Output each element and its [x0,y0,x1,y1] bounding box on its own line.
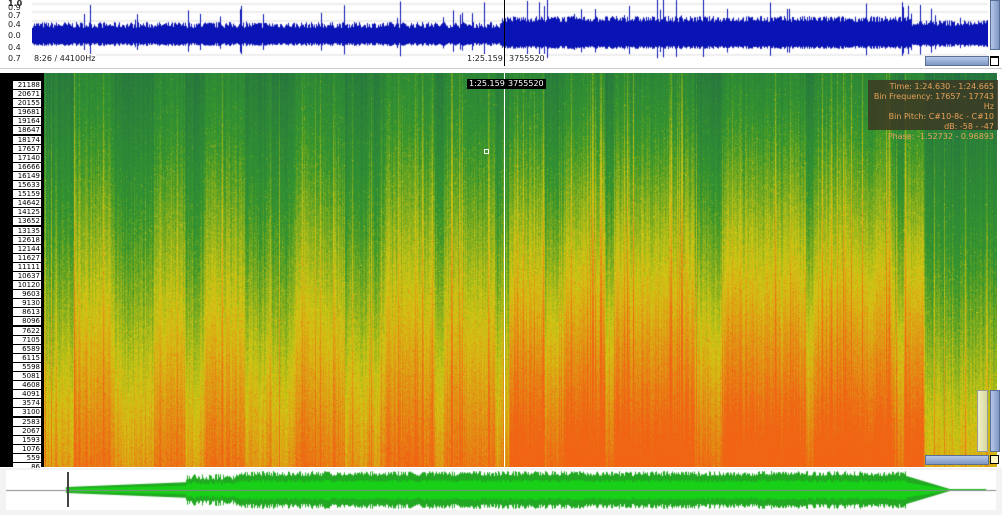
frequency-label: 15159 [13,190,41,199]
frequency-label: 18647 [13,126,41,135]
frequency-label: 1076 [13,444,41,453]
amp-label: 0.7 [8,11,21,20]
overview-waveform[interactable] [6,470,996,510]
amp-label: 0.7 [8,54,21,63]
frequency-label: 7105 [13,335,41,344]
amp-label: 0.4 [8,20,21,29]
spectrogram-cursor-line [504,73,505,467]
frequency-label: 9130 [13,299,41,308]
frequency-label: 6589 [13,344,41,353]
waveform-cursor-time: 1:25.159 [466,54,504,63]
frequency-label: 2067 [13,426,41,435]
frequency-label: 10120 [13,281,41,290]
frequency-label: 6115 [13,353,41,362]
frequency-label: 18174 [13,135,41,144]
tooltip-phase: Phase: -1.52732 - 0.96893 [887,132,994,141]
frequency-label: 20671 [13,90,41,99]
tooltip-bin-pitch: Bin Pitch: C#10-8c - C#10 [888,112,994,121]
frequency-label: 14642 [13,199,41,208]
frequency-label: 19164 [13,117,41,126]
frequency-label: 8613 [13,308,41,317]
waveform-cursor-line [504,0,505,66]
tooltip-time: Time: 1:24.630 - 1:24.665 [889,82,994,91]
overview-position-marker[interactable] [67,472,69,507]
frequency-label: 12144 [13,244,41,253]
waveform-cursor-sample: 3755520 [508,54,546,63]
frequency-label: 11111 [13,262,41,271]
frequency-label: 7622 [13,326,41,335]
frequency-label: 16149 [13,171,41,180]
waveform-panel[interactable]: 1.0 0.9 0.7 0.4 0.0 0.4 0.7 8:26 / 44100… [0,0,1002,69]
frequency-label: 2583 [13,417,41,426]
frequency-label: 10637 [13,272,41,280]
spectrogram-corner-button[interactable] [990,57,999,66]
frequency-label: 5081 [13,372,41,381]
frequency-label: 20155 [13,99,41,108]
spectrogram-vertical-zoom[interactable] [990,390,1000,452]
frequency-label: 4608 [13,381,41,390]
tooltip-bin-frequency: Bin Frequency: 17657 - 17743 Hz [873,92,994,111]
frequency-label: 3100 [13,408,41,417]
frequency-label: 17657 [13,144,41,153]
tooltip-db: dB: -58 - -47 [944,122,994,131]
waveform-vertical-zoom[interactable] [990,0,1000,50]
spectrogram-cursor-sample: 3755520 [506,79,546,89]
frequency-label: 17140 [13,153,41,162]
frequency-label: 11627 [13,253,41,262]
mouse-marker [484,149,489,154]
frequency-label: 12618 [13,235,41,244]
spectrogram-canvas[interactable] [44,73,997,467]
frequency-label: 16666 [13,162,41,171]
frequency-label: 13135 [13,226,41,235]
frequency-label: 5598 [13,362,41,371]
info-tooltip: Time: 1:24.630 - 1:24.665 Bin Frequency:… [868,80,998,141]
amp-label: 0.4 [8,43,21,52]
frequency-label: 21188 [13,81,41,89]
waveform-zoom-bar[interactable] [925,56,989,66]
spectrogram-zoom-reset-button[interactable] [990,455,999,464]
frequency-label: 13652 [13,217,41,226]
frequency-label: 15633 [13,181,41,190]
frequency-label: 1593 [13,435,41,444]
frequency-label: 559 [13,453,41,462]
frequency-ruler: 21188 20671 20155 19681 19164 18647 18174 17657… [0,73,44,471]
frequency-label: 9603 [13,290,41,299]
frequency-label: 14125 [13,208,41,217]
frequency-label: 19681 [13,108,41,117]
spectrogram-zoom-bar[interactable] [925,455,989,465]
frequency-label: 4091 [13,390,41,399]
frequency-label: 3574 [13,399,41,408]
spectrogram-cursor-time: 1:25.159 [467,79,507,89]
amp-label: 0.0 [8,31,21,40]
color-scale-slider[interactable] [977,390,988,452]
duration-info: 8:26 / 44100Hz [33,54,97,63]
frequency-label: 8096 [13,317,41,326]
